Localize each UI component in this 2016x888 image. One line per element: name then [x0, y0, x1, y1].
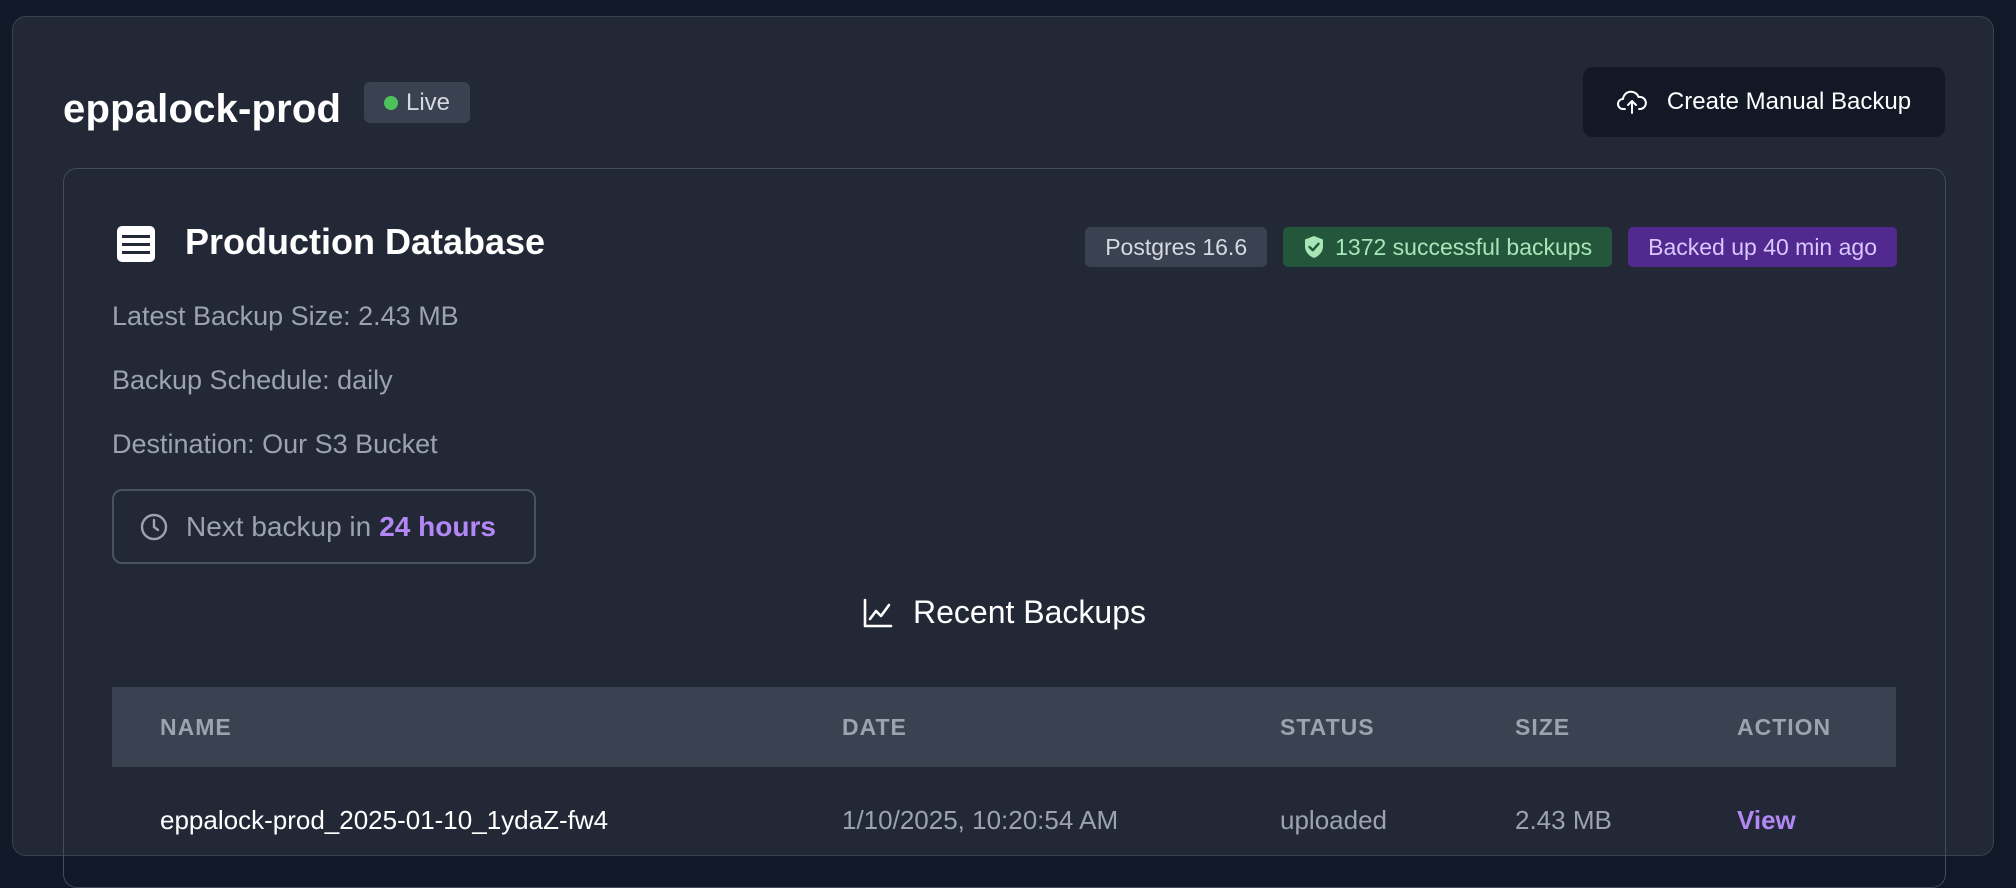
next-backup-prefix: Next backup in	[186, 510, 372, 542]
view-backup-link[interactable]: View	[1737, 805, 1796, 836]
column-header-status: STATUS	[1280, 714, 1375, 740]
live-status-badge: Live	[364, 82, 471, 123]
latest-backup-size: Latest Backup Size: 2.43 MB	[112, 301, 459, 331]
shield-check-icon	[1305, 236, 1324, 258]
live-label: Live	[406, 88, 451, 116]
create-manual-backup-label: Create Manual Backup	[1666, 88, 1912, 115]
backup-name: eppalock-prod_2025-01-10_1ydaZ-fw4	[160, 805, 609, 835]
backup-status: uploaded	[1280, 805, 1387, 835]
success-count-label: 1372 successful backups	[1335, 233, 1593, 260]
database-badges: Postgres 16.6 1372 successful backups Ba…	[1085, 227, 1897, 267]
backup-destination: Destination: Our S3 Bucket	[112, 429, 438, 459]
backup-date: 1/10/2025, 10:20:54 AM	[842, 805, 1119, 835]
clock-icon	[140, 513, 168, 540]
next-backup-value: 24 hours	[379, 510, 496, 542]
version-badge: Postgres 16.6	[1085, 227, 1268, 267]
page-header: eppalock-prod Live Create Manual Backup	[63, 67, 1945, 137]
last-backup-badge: Backed up 40 min ago	[1628, 227, 1897, 267]
database-title: Production Database	[185, 221, 546, 262]
column-header-action: ACTION	[1737, 714, 1832, 740]
page-title: eppalock-prod	[63, 87, 342, 131]
table-header: NAME DATE STATUS SIZE ACTION	[112, 687, 1896, 767]
database-icon	[117, 226, 155, 262]
success-count-badge: 1372 successful backups	[1283, 227, 1613, 267]
recent-backups-title: Recent Backups	[912, 594, 1146, 630]
main-panel: eppalock-prod Live Create Manual Backup …	[12, 16, 1994, 888]
column-header-name: NAME	[160, 714, 232, 740]
backup-size: 2.43 MB	[1515, 805, 1612, 835]
column-header-date: DATE	[842, 714, 907, 740]
create-manual-backup-button[interactable]: Create Manual Backup	[1583, 67, 1945, 137]
chart-line-icon	[863, 598, 893, 627]
database-card: Production Database Postgres 16.6 1372 s…	[63, 168, 1946, 888]
recent-backups-heading: Recent Backups	[64, 594, 1945, 631]
live-dot-icon	[384, 95, 398, 110]
column-header-size: SIZE	[1515, 714, 1571, 740]
backups-table: NAME DATE STATUS SIZE ACTION eppalock-pr…	[112, 687, 1896, 867]
table-row: eppalock-prod_2025-01-10_1ydaZ-fw4 1/10/…	[112, 767, 1896, 867]
next-backup-box: Next backup in 24 hours	[112, 489, 536, 564]
cloud-upload-icon	[1616, 90, 1647, 114]
backup-schedule: Backup Schedule: daily	[112, 365, 393, 395]
